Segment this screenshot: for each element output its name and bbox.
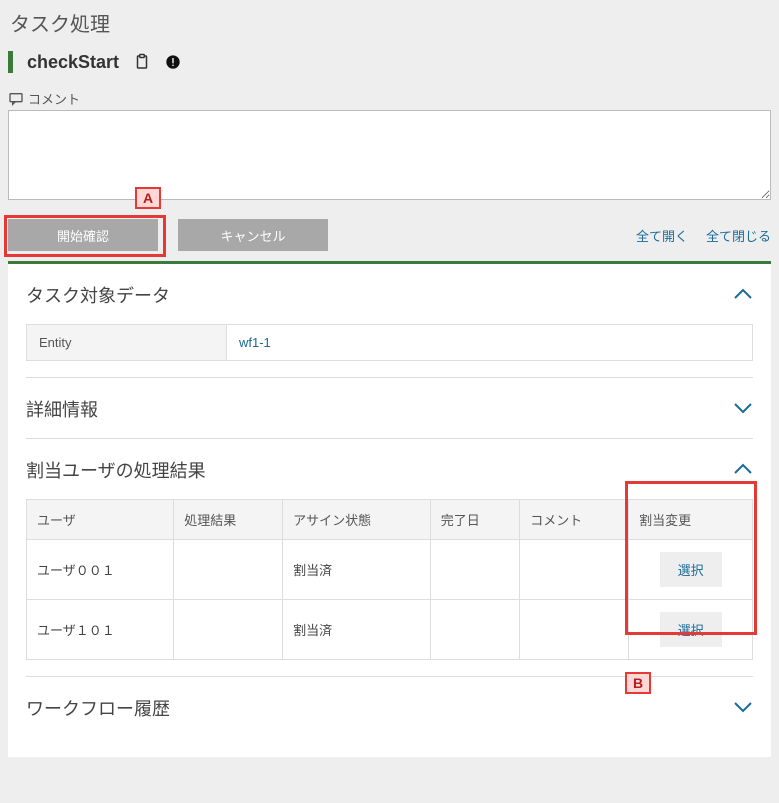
col-complete-date: 完了日	[430, 500, 520, 540]
select-button[interactable]: 選択	[660, 552, 722, 587]
cell-comment	[520, 600, 629, 660]
col-result: 処理結果	[174, 500, 283, 540]
section-results-title: 割当ユーザの処理結果	[26, 457, 206, 483]
section-target-title: タスク対象データ	[26, 282, 170, 308]
cell-user: ユーザ００１	[27, 540, 174, 600]
action-row: 開始確認 キャンセル 全て開く 全て閉じる A	[8, 219, 771, 251]
results-header-row: ユーザ 処理結果 アサイン状態 完了日 コメント 割当変更	[27, 500, 753, 540]
table-row: Entity wf1-1	[27, 325, 753, 361]
clipboard-icon	[133, 53, 151, 71]
cell-user: ユーザ１０１	[27, 600, 174, 660]
alert-icon	[165, 54, 181, 70]
chevron-down-icon	[733, 399, 753, 420]
cell-complete-date	[430, 600, 520, 660]
table-row: ユーザ００１ 割当済 選択	[27, 540, 753, 600]
cell-complete-date	[430, 540, 520, 600]
entity-key-cell: Entity	[27, 325, 227, 361]
collapse-all-link[interactable]: 全て閉じる	[706, 226, 771, 245]
callout-a-label: A	[135, 187, 161, 209]
comment-label-row: コメント	[8, 89, 771, 108]
section-history-title: ワークフロー履歴	[26, 695, 170, 721]
comment-icon	[8, 91, 24, 107]
task-accent-bar	[8, 51, 13, 73]
cell-assign-state: 割当済	[283, 600, 431, 660]
section-target-header[interactable]: タスク対象データ	[26, 282, 753, 308]
col-user: ユーザ	[27, 500, 174, 540]
select-button[interactable]: 選択	[660, 612, 722, 647]
section-results: 割当ユーザの処理結果 ユーザ 処理結果 アサイン状態 完了日 コメント 割当変更	[26, 439, 753, 677]
callout-b-label: B	[625, 672, 651, 694]
cell-action: 選択	[629, 600, 753, 660]
cell-result	[174, 540, 283, 600]
content-panel: タスク対象データ Entity wf1-1 詳細情報	[8, 261, 771, 757]
chevron-up-icon	[733, 285, 753, 306]
col-comment: コメント	[520, 500, 629, 540]
page-title: タスク処理	[10, 8, 771, 37]
entity-link[interactable]: wf1-1	[239, 335, 271, 350]
cell-action: 選択	[629, 540, 753, 600]
results-table: ユーザ 処理結果 アサイン状態 完了日 コメント 割当変更 ユーザ００１ 割当済	[26, 499, 753, 660]
confirm-start-button[interactable]: 開始確認	[8, 219, 158, 251]
task-header: checkStart	[8, 51, 771, 73]
section-results-header[interactable]: 割当ユーザの処理結果	[26, 457, 753, 483]
expand-all-link[interactable]: 全て開く	[636, 226, 688, 245]
section-detail-title: 詳細情報	[26, 396, 98, 422]
target-data-table: Entity wf1-1	[26, 324, 753, 361]
section-detail: 詳細情報	[26, 378, 753, 439]
section-detail-header[interactable]: 詳細情報	[26, 396, 753, 422]
col-reassign: 割当変更	[629, 500, 753, 540]
cell-assign-state: 割当済	[283, 540, 431, 600]
comment-label: コメント	[28, 89, 80, 108]
entity-value-cell: wf1-1	[227, 325, 753, 361]
table-row: ユーザ１０１ 割当済 選択	[27, 600, 753, 660]
cancel-button[interactable]: キャンセル	[178, 219, 328, 251]
col-assign-state: アサイン状態	[283, 500, 431, 540]
cell-result	[174, 600, 283, 660]
comment-input[interactable]	[8, 110, 771, 200]
task-name: checkStart	[27, 52, 119, 73]
section-history-header[interactable]: ワークフロー履歴	[26, 695, 753, 721]
section-target-data: タスク対象データ Entity wf1-1	[26, 264, 753, 378]
chevron-down-icon	[733, 698, 753, 719]
cell-comment	[520, 540, 629, 600]
chevron-up-icon	[733, 460, 753, 481]
